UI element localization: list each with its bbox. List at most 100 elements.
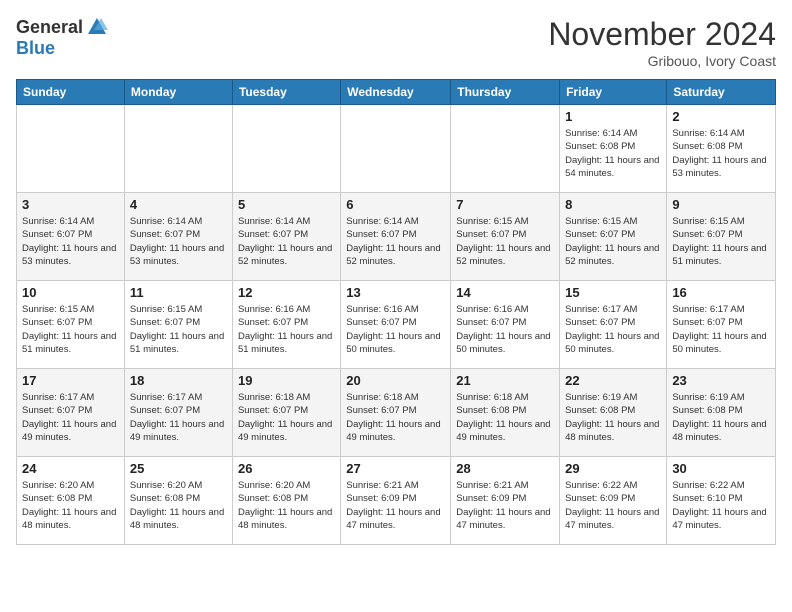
day-detail: Sunrise: 6:14 AM Sunset: 6:08 PM Dayligh…: [672, 127, 770, 180]
logo-icon: [86, 16, 108, 38]
day-detail: Sunrise: 6:17 AM Sunset: 6:07 PM Dayligh…: [565, 303, 661, 356]
calendar-cell: [232, 105, 340, 193]
day-number: 4: [130, 197, 227, 212]
calendar-table: SundayMondayTuesdayWednesdayThursdayFrid…: [16, 79, 776, 545]
calendar-cell: 10 Sunrise: 6:15 AM Sunset: 6:07 PM Dayli…: [17, 281, 125, 369]
day-number: 29: [565, 461, 661, 476]
logo: General Blue: [16, 16, 109, 59]
day-detail: Sunrise: 6:19 AM Sunset: 6:08 PM Dayligh…: [565, 391, 661, 444]
calendar-cell: 25 Sunrise: 6:20 AM Sunset: 6:08 PM Dayli…: [124, 457, 232, 545]
day-detail: Sunrise: 6:14 AM Sunset: 6:07 PM Dayligh…: [238, 215, 335, 268]
calendar-cell: 3 Sunrise: 6:14 AM Sunset: 6:07 PM Daylig…: [17, 193, 125, 281]
day-number: 20: [346, 373, 445, 388]
calendar-cell: 20 Sunrise: 6:18 AM Sunset: 6:07 PM Dayli…: [341, 369, 451, 457]
calendar-cell: 5 Sunrise: 6:14 AM Sunset: 6:07 PM Daylig…: [232, 193, 340, 281]
calendar-cell: 9 Sunrise: 6:15 AM Sunset: 6:07 PM Daylig…: [667, 193, 776, 281]
day-number: 13: [346, 285, 445, 300]
calendar-cell: 14 Sunrise: 6:16 AM Sunset: 6:07 PM Dayli…: [451, 281, 560, 369]
calendar-week-row: 1 Sunrise: 6:14 AM Sunset: 6:08 PM Daylig…: [17, 105, 776, 193]
day-number: 9: [672, 197, 770, 212]
day-detail: Sunrise: 6:17 AM Sunset: 6:07 PM Dayligh…: [672, 303, 770, 356]
calendar-cell: 23 Sunrise: 6:19 AM Sunset: 6:08 PM Dayli…: [667, 369, 776, 457]
day-number: 11: [130, 285, 227, 300]
calendar-header-thursday: Thursday: [451, 80, 560, 105]
day-detail: Sunrise: 6:16 AM Sunset: 6:07 PM Dayligh…: [238, 303, 335, 356]
day-number: 25: [130, 461, 227, 476]
calendar-cell: 22 Sunrise: 6:19 AM Sunset: 6:08 PM Dayli…: [560, 369, 667, 457]
calendar-cell: 18Sunrise: 6:17 AM Sunset: 6:07 PM Dayli…: [124, 369, 232, 457]
calendar-cell: [124, 105, 232, 193]
day-detail: Sunrise: 6:20 AM Sunset: 6:08 PM Dayligh…: [22, 479, 119, 532]
logo-blue: Blue: [16, 38, 55, 58]
calendar-cell: 30Sunrise: 6:22 AM Sunset: 6:10 PM Dayli…: [667, 457, 776, 545]
day-number: 3: [22, 197, 119, 212]
day-detail: Sunrise: 6:19 AM Sunset: 6:08 PM Dayligh…: [672, 391, 770, 444]
calendar-cell: 28 Sunrise: 6:21 AM Sunset: 6:09 PM Dayli…: [451, 457, 560, 545]
day-detail: Sunrise: 6:21 AM Sunset: 6:09 PM Dayligh…: [456, 479, 554, 532]
day-number: 1: [565, 109, 661, 124]
day-detail: Sunrise: 6:17 AM Sunset: 6:07 PM Dayligh…: [22, 391, 119, 444]
day-number: 5: [238, 197, 335, 212]
day-detail: Sunrise: 6:14 AM Sunset: 6:07 PM Dayligh…: [22, 215, 119, 268]
day-detail: Sunrise: 6:21 AM Sunset: 6:09 PM Dayligh…: [346, 479, 445, 532]
calendar-cell: [17, 105, 125, 193]
calendar-cell: 15 Sunrise: 6:17 AM Sunset: 6:07 PM Dayli…: [560, 281, 667, 369]
day-number: 18: [130, 373, 227, 388]
title-block: November 2024 Gribouo, Ivory Coast: [548, 16, 776, 69]
day-detail: Sunrise: 6:22 AM Sunset: 6:09 PM Dayligh…: [565, 479, 661, 532]
day-number: 12: [238, 285, 335, 300]
calendar-cell: 29 Sunrise: 6:22 AM Sunset: 6:09 PM Dayli…: [560, 457, 667, 545]
calendar-cell: 1Sunrise: 6:14 AM Sunset: 6:08 PM Daylig…: [560, 105, 667, 193]
calendar-cell: 24Sunrise: 6:20 AM Sunset: 6:08 PM Dayli…: [17, 457, 125, 545]
day-detail: Sunrise: 6:18 AM Sunset: 6:07 PM Dayligh…: [346, 391, 445, 444]
calendar-header-friday: Friday: [560, 80, 667, 105]
day-detail: Sunrise: 6:15 AM Sunset: 6:07 PM Dayligh…: [672, 215, 770, 268]
calendar-cell: 17Sunrise: 6:17 AM Sunset: 6:07 PM Dayli…: [17, 369, 125, 457]
day-detail: Sunrise: 6:18 AM Sunset: 6:07 PM Dayligh…: [238, 391, 335, 444]
calendar-cell: 8Sunrise: 6:15 AM Sunset: 6:07 PM Daylig…: [560, 193, 667, 281]
calendar-cell: 12 Sunrise: 6:16 AM Sunset: 6:07 PM Dayli…: [232, 281, 340, 369]
calendar-week-row: 10 Sunrise: 6:15 AM Sunset: 6:07 PM Dayli…: [17, 281, 776, 369]
calendar-week-row: 24Sunrise: 6:20 AM Sunset: 6:08 PM Dayli…: [17, 457, 776, 545]
calendar-header-row: SundayMondayTuesdayWednesdayThursdayFrid…: [17, 80, 776, 105]
location-subtitle: Gribouo, Ivory Coast: [548, 53, 776, 69]
day-detail: Sunrise: 6:20 AM Sunset: 6:08 PM Dayligh…: [238, 479, 335, 532]
day-number: 19: [238, 373, 335, 388]
day-detail: Sunrise: 6:16 AM Sunset: 6:07 PM Dayligh…: [456, 303, 554, 356]
calendar-header-tuesday: Tuesday: [232, 80, 340, 105]
day-number: 22: [565, 373, 661, 388]
day-number: 28: [456, 461, 554, 476]
calendar-cell: [341, 105, 451, 193]
calendar-cell: 4Sunrise: 6:14 AM Sunset: 6:07 PM Daylig…: [124, 193, 232, 281]
calendar-cell: 26 Sunrise: 6:20 AM Sunset: 6:08 PM Dayli…: [232, 457, 340, 545]
day-detail: Sunrise: 6:20 AM Sunset: 6:08 PM Dayligh…: [130, 479, 227, 532]
day-number: 6: [346, 197, 445, 212]
day-number: 26: [238, 461, 335, 476]
calendar-cell: [451, 105, 560, 193]
day-number: 15: [565, 285, 661, 300]
day-detail: Sunrise: 6:16 AM Sunset: 6:07 PM Dayligh…: [346, 303, 445, 356]
calendar-header-saturday: Saturday: [667, 80, 776, 105]
day-detail: Sunrise: 6:15 AM Sunset: 6:07 PM Dayligh…: [565, 215, 661, 268]
logo-general: General: [16, 17, 83, 38]
calendar-week-row: 3 Sunrise: 6:14 AM Sunset: 6:07 PM Daylig…: [17, 193, 776, 281]
day-number: 14: [456, 285, 554, 300]
calendar-week-row: 17Sunrise: 6:17 AM Sunset: 6:07 PM Dayli…: [17, 369, 776, 457]
calendar-cell: 6Sunrise: 6:14 AM Sunset: 6:07 PM Daylig…: [341, 193, 451, 281]
calendar-cell: 16 Sunrise: 6:17 AM Sunset: 6:07 PM Dayli…: [667, 281, 776, 369]
day-detail: Sunrise: 6:18 AM Sunset: 6:08 PM Dayligh…: [456, 391, 554, 444]
calendar-cell: 21Sunrise: 6:18 AM Sunset: 6:08 PM Dayli…: [451, 369, 560, 457]
calendar-cell: 7Sunrise: 6:15 AM Sunset: 6:07 PM Daylig…: [451, 193, 560, 281]
day-number: 16: [672, 285, 770, 300]
day-number: 30: [672, 461, 770, 476]
day-number: 23: [672, 373, 770, 388]
calendar-cell: 2 Sunrise: 6:14 AM Sunset: 6:08 PM Daylig…: [667, 105, 776, 193]
calendar-header-sunday: Sunday: [17, 80, 125, 105]
calendar-cell: 11 Sunrise: 6:15 AM Sunset: 6:07 PM Dayli…: [124, 281, 232, 369]
day-detail: Sunrise: 6:15 AM Sunset: 6:07 PM Dayligh…: [130, 303, 227, 356]
day-number: 2: [672, 109, 770, 124]
calendar-header-monday: Monday: [124, 80, 232, 105]
day-number: 10: [22, 285, 119, 300]
calendar-cell: 27Sunrise: 6:21 AM Sunset: 6:09 PM Dayli…: [341, 457, 451, 545]
day-detail: Sunrise: 6:15 AM Sunset: 6:07 PM Dayligh…: [22, 303, 119, 356]
